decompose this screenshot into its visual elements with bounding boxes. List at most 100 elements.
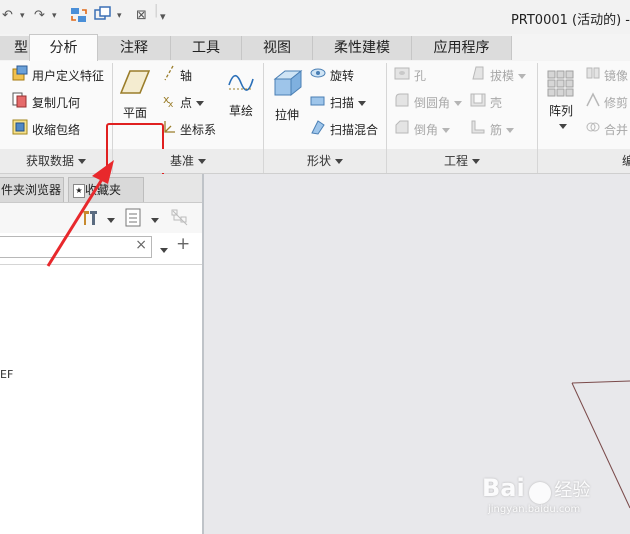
tab-analysis[interactable]: 分析 [29,34,98,62]
draft-label: 拔模 [490,69,515,83]
user-defined-feature-label: 用户定义特征 [32,69,105,83]
graphics-window[interactable]: Bai 经验 jingyan.baidu.com [204,174,630,534]
mirror-icon [586,65,600,88]
svg-text:x: x [168,100,174,108]
trim-button[interactable]: 修剪 [586,92,628,114]
copy-geometry-icon [12,92,28,115]
shell-label: 壳 [490,96,503,110]
draft-button[interactable]: 拔模 [470,65,527,88]
datum-group-footer[interactable]: 基准 [113,149,263,173]
swept-blend-button[interactable]: 扫描混合 [310,119,378,141]
merge-icon [586,119,600,142]
axis-label: 轴 [180,69,193,83]
close-window-icon[interactable]: ⊠ [136,8,147,23]
sweep-button[interactable]: 扫描 [310,92,367,115]
tab-flexible-modeling[interactable]: 柔性建模 [313,36,412,60]
tab-folder-browser[interactable]: 件夹浏览器 [0,177,64,202]
mirror-button[interactable]: 镜像 [586,65,628,87]
sketch-icon [222,71,260,98]
customize-toolbar-icon[interactable]: ▾ [160,10,166,23]
hole-button[interactable]: 孔 [394,65,426,87]
chevron-down-icon[interactable] [454,101,463,106]
draft-icon [470,65,486,88]
chevron-down-icon [472,159,480,164]
chevron-down-icon[interactable] [156,243,168,257]
copy-geometry-label: 复制几何 [32,96,81,110]
engineering-group-label: 工程 [443,154,468,168]
undo-icon[interactable]: ↶ [2,8,13,23]
chamfer-button[interactable]: 倒角 [394,119,451,142]
settings-icon[interactable] [125,208,143,231]
trim-icon [586,92,600,115]
navigator-panel: 件夹浏览器 ★ 收藏夹 × + EF [0,174,204,534]
user-defined-feature-button[interactable]: 用户定义特征 [12,65,104,87]
mirror-label: 镜像 [604,69,629,83]
watermark-url: jingyan.baidu.com [488,503,581,515]
windows-icon[interactable] [94,6,112,28]
watermark-sub: 经验 [554,480,591,501]
chamfer-icon [394,119,410,142]
merge-button[interactable]: 合并 [586,119,628,141]
chevron-down-icon [78,159,86,164]
redo-dropdown-icon[interactable]: ▾ [52,11,57,21]
merge-label: 合并 [604,123,629,137]
tab-annotate[interactable]: 注释 [98,36,171,60]
plane-button[interactable]: 平面 [110,65,160,131]
extrude-label: 拉伸 [274,108,299,122]
chevron-down-icon[interactable] [506,128,515,133]
title-bar: ↶ ▾ ↷ ▾ ▾ ⊠ | ▾ PRT0001 (活动的) - [0,0,630,35]
chevron-down-icon[interactable] [518,74,527,79]
engineering-group-footer[interactable]: 工程 [387,149,537,173]
point-icon: xx [162,92,176,115]
window-title: PRT0001 (活动的) - [510,13,630,28]
pattern-label: 阵列 [548,104,573,118]
add-filter-icon[interactable]: + [176,234,190,254]
shapes-group-footer[interactable]: 形状 [264,149,386,173]
shapes-group-label: 形状 [306,154,331,168]
windows-dropdown-icon[interactable]: ▾ [117,11,122,21]
chamfer-label: 倒角 [414,123,439,137]
chevron-down-icon[interactable] [442,128,451,133]
show-tools-icon[interactable] [80,209,100,230]
coordinate-system-icon [162,119,176,142]
shrinkwrap-button[interactable]: 收缩包络 [12,119,80,141]
tab-favorites[interactable]: ★ 收藏夹 [68,177,144,202]
swept-blend-icon [310,119,326,142]
shrinkwrap-label: 收缩包络 [32,123,81,137]
pattern-icon [540,69,582,100]
tab-applications[interactable]: 应用程序 [412,36,512,60]
chevron-down-icon[interactable] [147,213,159,227]
chevron-down-icon[interactable] [103,213,115,227]
clear-filter-icon[interactable]: × [135,237,147,253]
editing-group-footer[interactable]: 编 [538,149,630,173]
chevron-down-icon[interactable] [358,101,367,106]
point-button[interactable]: xx 点 [162,92,205,115]
filter-tree-icon[interactable] [170,208,190,231]
revolve-button[interactable]: 旋转 [310,65,354,87]
tab-tools[interactable]: 工具 [171,36,242,60]
pattern-button[interactable]: 阵列 [540,65,582,145]
redo-icon[interactable]: ↷ [34,8,45,23]
undo-dropdown-icon[interactable]: ▾ [20,11,25,21]
chevron-down-icon [198,159,206,164]
tree-filter-input[interactable]: × [0,236,152,258]
regenerate-icon[interactable] [70,6,88,28]
rib-label: 筋 [490,123,503,137]
copy-geometry-button[interactable]: 复制几何 [12,92,80,114]
chevron-down-icon[interactable] [196,101,205,106]
user-defined-feature-icon [12,65,28,88]
sweep-icon [310,92,326,115]
shell-button[interactable]: 壳 [470,92,502,114]
chevron-down-icon[interactable] [559,124,567,129]
shrinkwrap-icon [12,119,28,142]
axis-button[interactable]: 轴 [162,65,192,87]
model-tree-item[interactable]: EF [0,368,13,381]
extrude-button[interactable]: 拉伸 [266,65,308,131]
tab-view[interactable]: 视图 [242,36,313,60]
rib-button[interactable]: 筋 [470,119,515,141]
coordinate-system-button[interactable]: 坐标系 [162,119,216,141]
round-button[interactable]: 倒圆角 [394,92,463,114]
sketch-button[interactable]: 草绘 [222,65,260,131]
get-data-group-footer[interactable]: 获取数据 [0,149,112,173]
divider [0,264,202,265]
